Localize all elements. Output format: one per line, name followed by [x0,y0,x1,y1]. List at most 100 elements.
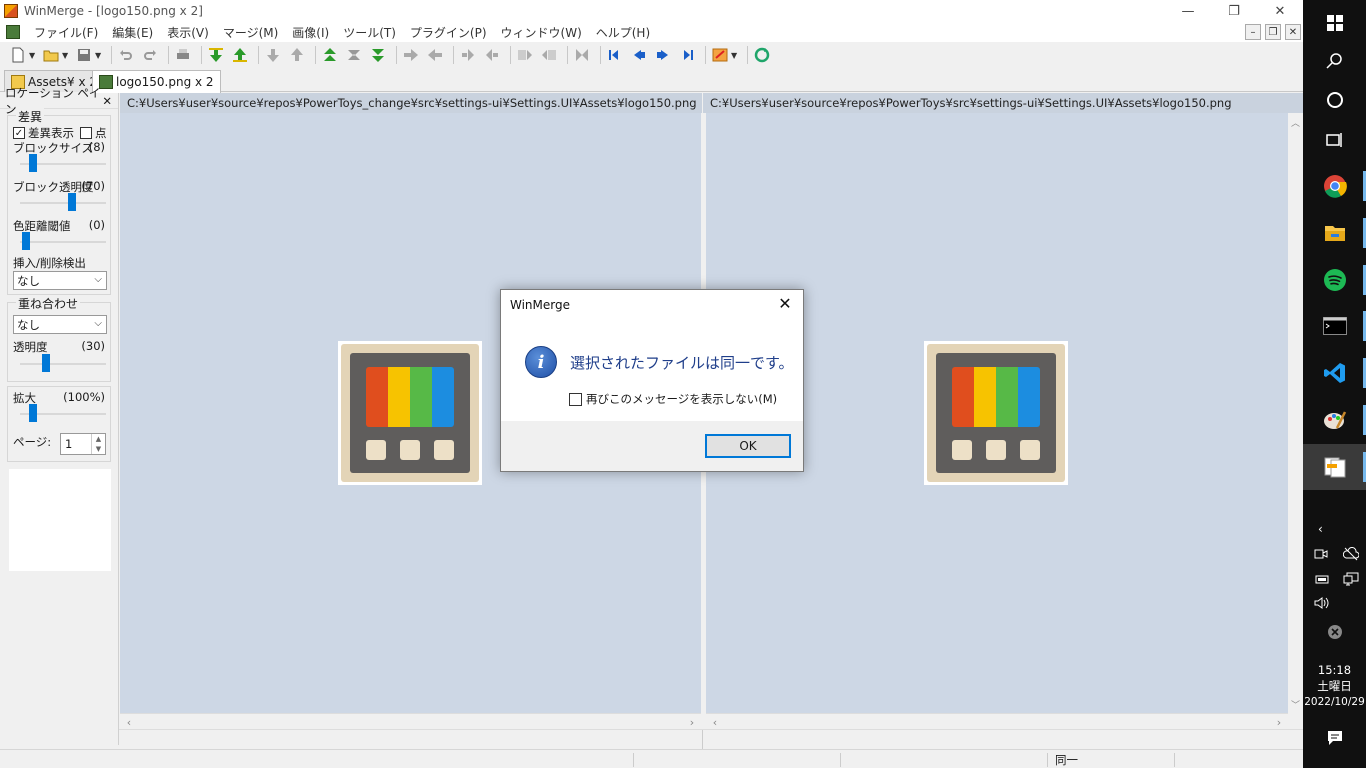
insert-delete-combo[interactable]: なし ⌵ [13,271,107,290]
scroll-down-icon[interactable]: ﹀ [1288,697,1303,711]
minimize-button[interactable]: — [1165,0,1211,22]
left-horizontal-scrollbar[interactable]: ‹ › [120,713,701,729]
zoom-slider-thumb[interactable] [29,404,37,422]
last-diff-icon[interactable] [287,45,307,65]
scroll-right-icon[interactable]: › [1272,714,1286,730]
options-dropdown-icon[interactable]: ▼ [731,51,739,60]
next-diff-icon[interactable] [206,45,226,65]
menu-image[interactable]: 画像(I) [292,24,329,41]
paint-icon[interactable] [1303,397,1366,443]
ok-button[interactable]: OK [705,434,791,458]
spotify-icon[interactable] [1303,257,1366,303]
chrome-icon[interactable] [1303,163,1366,209]
menu-view[interactable]: 表示(V) [167,24,209,41]
volume-icon[interactable] [1314,596,1330,613]
last-page-icon[interactable] [677,45,697,65]
all-diff-icon[interactable] [344,45,364,65]
right-path-header: C:¥Users¥user¥source¥repos¥PowerToys¥src… [703,93,1303,113]
overview-map[interactable] [9,469,111,571]
scroll-left-icon[interactable]: ‹ [708,714,722,730]
show-diff-checkbox[interactable]: ✓ 差異表示 点 [13,125,107,141]
menu-tools[interactable]: ツール(T) [343,24,396,41]
save-icon[interactable] [74,45,94,65]
copy-right-advance-icon[interactable] [458,45,478,65]
next-page-icon[interactable] [653,45,673,65]
dialog-close-icon[interactable]: ✕ [775,294,795,313]
menu-edit[interactable]: 編集(E) [112,24,153,41]
meet-now-icon[interactable] [1314,547,1328,564]
spin-down-icon[interactable]: ▼ [91,444,105,454]
dont-show-again-checkbox[interactable]: 再びこのメッセージを表示しない(M) [569,391,777,407]
vscode-icon[interactable] [1303,350,1366,396]
prev-diff-icon[interactable] [230,45,250,65]
location-pane-close-icon[interactable]: ✕ [102,94,112,108]
first-page-icon[interactable] [605,45,625,65]
copy-left-icon[interactable] [425,45,445,65]
copy-all-left-icon[interactable] [539,45,559,65]
new-dropdown-icon[interactable]: ▼ [29,51,37,60]
copy-right-icon[interactable] [401,45,421,65]
transparency-slider-track[interactable] [20,363,106,365]
restore-button[interactable]: ❐ [1211,0,1257,22]
network-icon[interactable] [1343,572,1359,589]
color-distance-slider-thumb[interactable] [22,232,30,250]
menu-plugins[interactable]: プラグイン(P) [410,24,487,41]
first-conflict-icon[interactable] [320,45,340,65]
block-alpha-slider-track[interactable] [20,202,106,204]
open-icon[interactable] [41,45,61,65]
scroll-up-icon[interactable]: ︿ [1288,115,1303,129]
notification-error-icon[interactable] [1327,624,1343,643]
insert-delete-label: 挿入/削除検出 [13,256,86,270]
winmerge-icon[interactable] [1303,444,1366,490]
tab-logo150[interactable]: logo150.png x 2 [92,70,221,93]
mdi-restore-button[interactable]: ❐ [1265,24,1281,40]
document-icon[interactable] [6,25,20,39]
winmerge-app-icon[interactable] [4,4,18,18]
overlay-combo[interactable]: なし ⌵ [13,315,107,334]
print-icon[interactable] [173,45,193,65]
menu-help[interactable]: ヘルプ(H) [596,24,650,41]
menu-window[interactable]: ウィンドウ(W) [501,24,582,41]
undo-icon[interactable] [116,45,136,65]
terminal-icon[interactable] [1303,303,1366,349]
power-battery-icon[interactable] [1314,572,1330,589]
menu-merge[interactable]: マージ(M) [223,24,278,41]
show-hidden-icons-chevron-icon[interactable]: ‹ [1318,522,1323,536]
last-conflict-icon[interactable] [368,45,388,65]
menu-file[interactable]: ファイル(F) [34,24,98,41]
merge-icon[interactable] [572,45,592,65]
scroll-left-icon[interactable]: ‹ [122,714,136,730]
prev-page-icon[interactable] [629,45,649,65]
action-center-icon[interactable] [1326,729,1344,750]
right-horizontal-scrollbar[interactable]: ‹ › [706,713,1288,729]
vertical-scrollbar[interactable]: ︿ ﹀ [1288,113,1303,713]
chevron-down-icon: ⌵ [94,318,102,329]
close-button[interactable]: ✕ [1257,0,1303,22]
redo-icon[interactable] [140,45,160,65]
copy-left-advance-icon[interactable] [482,45,502,65]
block-alpha-value: (70) [81,179,105,193]
task-view-icon[interactable] [1303,117,1366,163]
transparency-slider-thumb[interactable] [42,354,50,372]
mdi-minimize-button[interactable]: – [1245,24,1261,40]
block-alpha-slider-thumb[interactable] [68,193,76,211]
save-dropdown-icon[interactable]: ▼ [95,51,103,60]
color-distance-slider-track[interactable] [20,241,106,243]
block-size-slider-thumb[interactable] [29,154,37,172]
mdi-close-button[interactable]: ✕ [1285,24,1301,40]
page-spinbox[interactable]: 1 ▲ ▼ [60,433,106,455]
copy-all-right-icon[interactable] [515,45,535,65]
new-icon[interactable] [8,45,28,65]
point-checkbox[interactable] [80,127,92,139]
refresh-icon[interactable] [752,45,772,65]
options-icon[interactable] [710,45,730,65]
onedrive-offline-icon[interactable] [1342,547,1360,564]
first-diff-icon[interactable] [263,45,283,65]
open-dropdown-icon[interactable]: ▼ [62,51,70,60]
logo-bar [974,367,996,427]
file-explorer-icon[interactable] [1303,210,1366,256]
checkbox-box[interactable] [569,392,582,406]
taskbar-clock[interactable]: 15:18 土曜日 2022/10/29 [1303,662,1366,710]
scroll-right-icon[interactable]: › [685,714,699,730]
spin-up-icon[interactable]: ▲ [91,434,105,444]
